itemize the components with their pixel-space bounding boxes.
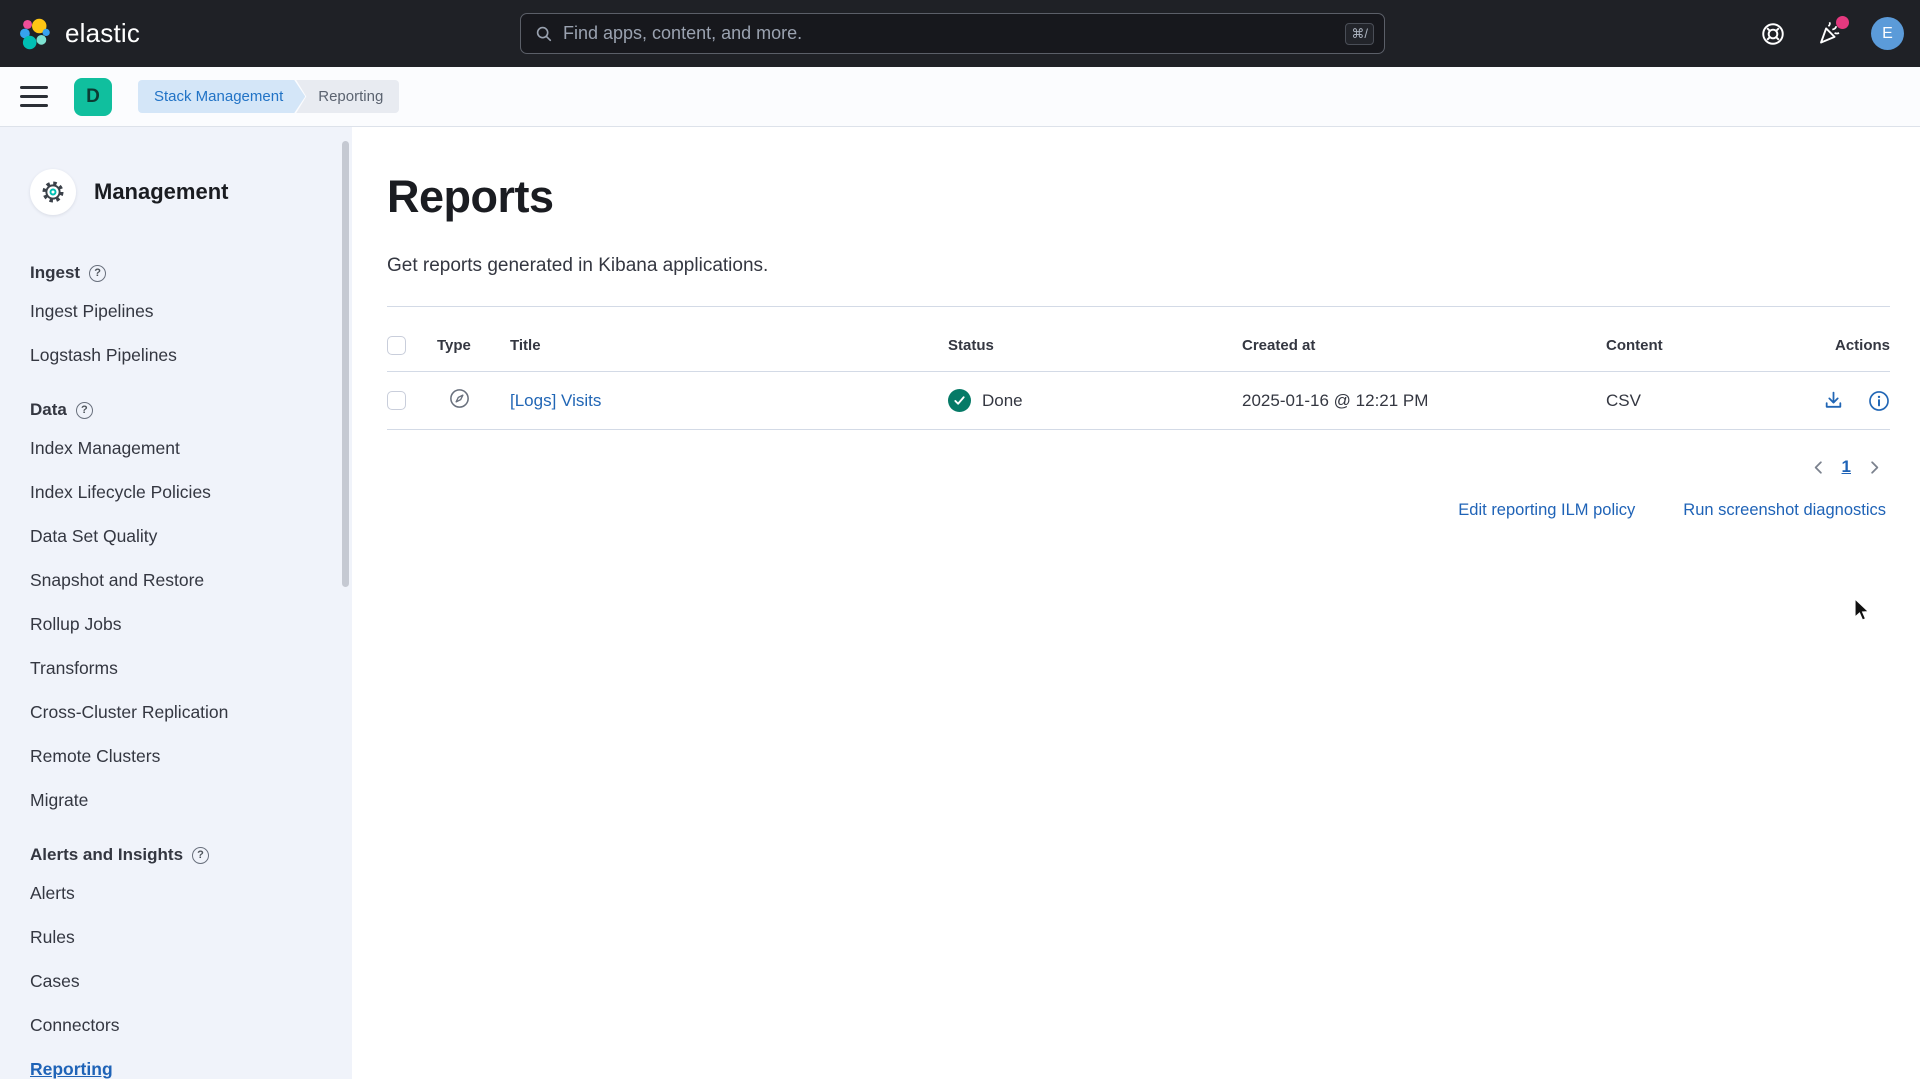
sidebar-section-data: Data ? Index Management Index Lifecycle …: [30, 400, 332, 811]
sidebar-item-snapshot-and-restore[interactable]: Snapshot and Restore: [30, 570, 332, 591]
question-circle-icon[interactable]: ?: [192, 847, 209, 864]
sidebar-item-data-set-quality[interactable]: Data Set Quality: [30, 526, 332, 547]
question-circle-icon[interactable]: ?: [76, 402, 93, 419]
sidebar-item-cross-cluster-replication[interactable]: Cross-Cluster Replication: [30, 702, 332, 723]
report-title-link[interactable]: [Logs] Visits: [510, 391, 948, 411]
user-avatar[interactable]: E: [1871, 17, 1904, 50]
space-avatar[interactable]: D: [74, 78, 112, 116]
sidebar-item-connectors[interactable]: Connectors: [30, 1015, 332, 1036]
management-sidebar: Management Ingest ? Ingest Pipelines Log…: [0, 127, 352, 1079]
status-cell: Done: [948, 389, 1242, 412]
row-checkbox[interactable]: [387, 391, 406, 410]
search-icon: [535, 25, 553, 43]
newsfeed-unread-badge: [1836, 16, 1849, 29]
table-header-row: Type Title Status Created at Content Act…: [387, 320, 1890, 372]
status-done-icon: [948, 389, 971, 412]
section-heading-data: Data ?: [30, 400, 332, 420]
elastic-brand[interactable]: elastic: [0, 17, 140, 51]
question-circle-icon[interactable]: ?: [89, 265, 106, 282]
section-heading-label: Alerts and Insights: [30, 845, 183, 865]
sidebar-title: Management: [94, 179, 228, 205]
kibana-app: elastic ⌘/: [0, 0, 1920, 1080]
report-footer-links: Edit reporting ILM policy Run screenshot…: [387, 501, 1890, 520]
elastic-logo-icon: [18, 17, 52, 51]
divider: [387, 306, 1890, 307]
table-row: [Logs] Visits Done 2025-01-16 @ 12:21 PM…: [387, 372, 1890, 430]
column-header-status: Status: [948, 337, 1242, 354]
sidebar-item-index-lifecycle-policies[interactable]: Index Lifecycle Policies: [30, 482, 332, 503]
section-heading-alerts-insights: Alerts and Insights ?: [30, 845, 332, 865]
info-icon: [1868, 390, 1890, 412]
column-header-type: Type: [437, 337, 510, 354]
previous-page-button[interactable]: [1809, 458, 1828, 477]
discover-icon: [448, 387, 471, 410]
sidebar-item-rollup-jobs[interactable]: Rollup Jobs: [30, 614, 332, 635]
next-page-button[interactable]: [1865, 458, 1884, 477]
section-heading-label: Ingest: [30, 263, 80, 283]
pagination: 1: [387, 457, 1890, 477]
reports-page: Reports Get reports generated in Kibana …: [352, 127, 1920, 1079]
sidebar-scrollbar[interactable]: [342, 141, 349, 587]
content-cell: CSV: [1606, 391, 1750, 411]
top-navigation-bar: elastic ⌘/: [0, 0, 1920, 67]
page-description: Get reports generated in Kibana applicat…: [387, 255, 1890, 277]
reports-table: Type Title Status Created at Content Act…: [387, 320, 1890, 430]
chevron-right-icon: [1865, 458, 1884, 477]
breadcrumb-stack-management[interactable]: Stack Management: [138, 80, 305, 113]
download-icon: [1823, 390, 1844, 411]
sidebar-section-ingest: Ingest ? Ingest Pipelines Logstash Pipel…: [30, 263, 332, 366]
global-search[interactable]: ⌘/: [520, 13, 1385, 54]
report-type-cell: [437, 387, 510, 415]
status-label: Done: [982, 391, 1023, 411]
column-header-created-at: Created at: [1242, 337, 1606, 354]
created-at-cell: 2025-01-16 @ 12:21 PM: [1242, 391, 1606, 411]
section-heading-label: Data: [30, 400, 67, 420]
chevron-left-icon: [1809, 458, 1828, 477]
gear-icon: [40, 179, 66, 205]
edit-ilm-policy-link[interactable]: Edit reporting ILM policy: [1458, 501, 1635, 520]
page-title: Reports: [387, 171, 1890, 223]
select-all-checkbox[interactable]: [387, 336, 406, 355]
help-button[interactable]: [1759, 20, 1787, 48]
nav-menu-button[interactable]: [20, 86, 48, 108]
header-breadcrumb-bar: D Stack Management Reporting: [0, 67, 1920, 127]
search-input[interactable]: [563, 23, 1345, 44]
page-number-1[interactable]: 1: [1842, 457, 1851, 477]
download-report-button[interactable]: [1823, 390, 1844, 411]
sidebar-header: Management: [30, 169, 332, 215]
column-header-actions: Actions: [1835, 337, 1890, 354]
sidebar-item-cases[interactable]: Cases: [30, 971, 332, 992]
breadcrumb: Stack Management Reporting: [138, 80, 399, 113]
run-screenshot-diagnostics-link[interactable]: Run screenshot diagnostics: [1683, 501, 1886, 520]
brand-name: elastic: [65, 18, 140, 49]
sidebar-item-reporting[interactable]: Reporting: [30, 1059, 332, 1080]
help-icon: [1760, 21, 1786, 47]
sidebar-item-rules[interactable]: Rules: [30, 927, 332, 948]
newsfeed-button[interactable]: [1815, 20, 1843, 48]
sidebar-item-alerts[interactable]: Alerts: [30, 883, 332, 904]
report-info-button[interactable]: [1868, 390, 1890, 412]
column-header-title: Title: [510, 337, 948, 354]
sidebar-item-transforms[interactable]: Transforms: [30, 658, 332, 679]
sidebar-item-index-management[interactable]: Index Management: [30, 438, 332, 459]
row-actions: [1750, 390, 1890, 412]
column-header-content: Content: [1606, 337, 1750, 354]
search-shortcut-hint: ⌘/: [1345, 23, 1374, 45]
section-heading-ingest: Ingest ?: [30, 263, 332, 283]
breadcrumb-reporting: Reporting: [296, 80, 399, 113]
sidebar-item-remote-clusters[interactable]: Remote Clusters: [30, 746, 332, 767]
management-icon-circle: [30, 169, 76, 215]
sidebar-item-logstash-pipelines[interactable]: Logstash Pipelines: [30, 345, 332, 366]
sidebar-item-migrate[interactable]: Migrate: [30, 790, 332, 811]
sidebar-section-alerts-insights: Alerts and Insights ? Alerts Rules Cases…: [30, 845, 332, 1080]
sidebar-item-ingest-pipelines[interactable]: Ingest Pipelines: [30, 301, 332, 322]
mouse-cursor: [1853, 598, 1875, 629]
topbar-actions: E: [1759, 0, 1904, 67]
